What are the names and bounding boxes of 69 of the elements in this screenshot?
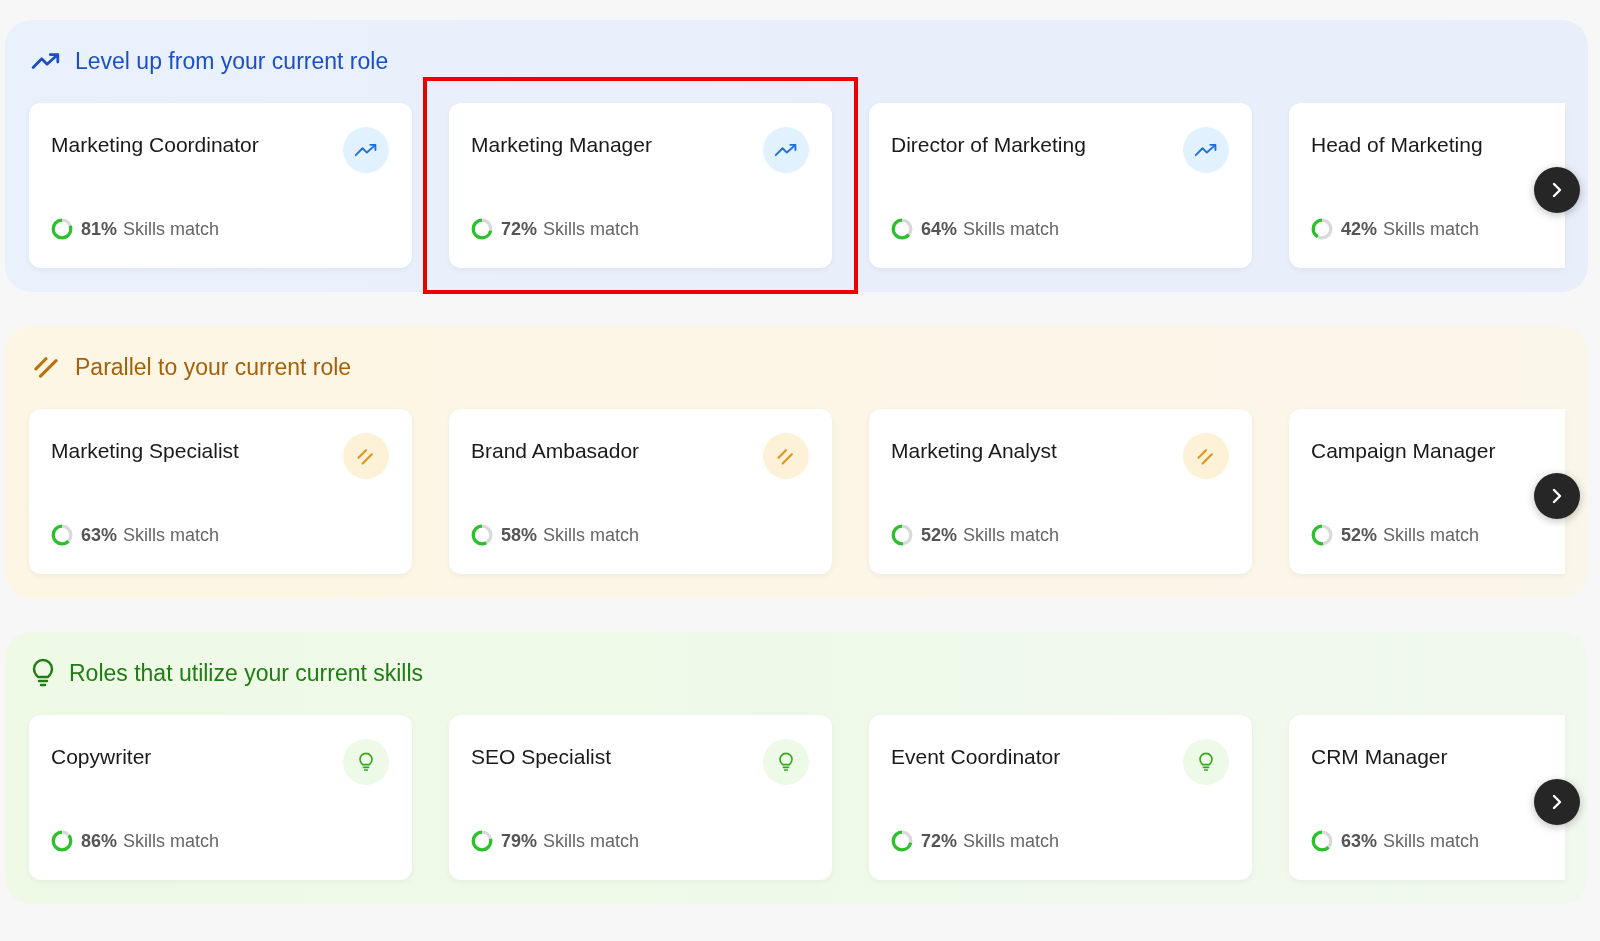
next-button[interactable]: [1534, 473, 1580, 519]
role-card[interactable]: Director of Marketing 64% Skills match: [869, 103, 1252, 268]
match-percent: 86%: [81, 830, 118, 852]
match-label: Skills match: [1383, 524, 1480, 546]
match-percent: 64%: [921, 218, 958, 240]
match-ring-icon: [891, 218, 913, 240]
role-card[interactable]: Marketing Analyst 52% Skills match: [869, 409, 1252, 574]
role-card[interactable]: SEO Specialist 79% Skills match: [449, 715, 832, 880]
section-title: Level up from your current role: [75, 47, 389, 75]
match-label: Skills match: [543, 218, 640, 240]
match-label: Skills match: [543, 830, 640, 852]
match-ring-icon: [1311, 830, 1333, 852]
role-title: Marketing Analyst: [891, 439, 1057, 463]
match-ring-icon: [51, 830, 73, 852]
match-percent: 63%: [81, 524, 118, 546]
role-card[interactable]: Brand Ambasador 58% Skills match: [449, 409, 832, 574]
match-ring-icon: [891, 830, 913, 852]
match-label: Skills match: [963, 218, 1060, 240]
match-ring-icon: [1311, 218, 1333, 240]
role-card[interactable]: Marketing Coordinator 81% Skills match: [29, 103, 412, 268]
match-ring-icon: [471, 830, 493, 852]
match-ring-icon: [51, 524, 73, 546]
role-card[interactable]: CRM Manager 63% Skills match: [1289, 715, 1565, 880]
role-card[interactable]: Copywriter 86% Skills match: [29, 715, 412, 880]
trending-up-icon: [31, 50, 61, 72]
role-card[interactable]: Marketing Specialist 63% Skills match: [29, 409, 412, 574]
role-title: Director of Marketing: [891, 133, 1086, 157]
match-percent: 79%: [501, 830, 538, 852]
role-title: Marketing Specialist: [51, 439, 239, 463]
match-label: Skills match: [1383, 218, 1480, 240]
role-title: SEO Specialist: [471, 745, 612, 769]
role-title: CRM Manager: [1311, 745, 1448, 769]
match-label: Skills match: [123, 218, 220, 240]
role-title: Brand Ambasador: [471, 439, 640, 463]
role-title: Head of Marketing: [1311, 133, 1483, 157]
role-title: Event Coordinator: [891, 745, 1061, 769]
match-percent: 72%: [921, 830, 958, 852]
next-button[interactable]: [1534, 167, 1580, 213]
match-ring-icon: [471, 218, 493, 240]
role-card[interactable]: Event Coordinator 72% Skills match: [869, 715, 1252, 880]
match-label: Skills match: [543, 524, 640, 546]
next-button[interactable]: [1534, 779, 1580, 825]
match-percent: 52%: [1341, 524, 1378, 546]
role-title: Marketing Coordinator: [51, 133, 259, 157]
match-ring-icon: [51, 218, 73, 240]
match-percent: 52%: [921, 524, 958, 546]
match-ring-icon: [471, 524, 493, 546]
match-percent: 81%: [81, 218, 118, 240]
role-title: Copywriter: [51, 745, 152, 769]
match-percent: 58%: [501, 524, 538, 546]
match-ring-icon: [1311, 524, 1333, 546]
match-percent: 63%: [1341, 830, 1378, 852]
match-label: Skills match: [1383, 830, 1480, 852]
match-label: Skills match: [123, 830, 220, 852]
match-percent: 42%: [1341, 218, 1378, 240]
lightbulb-icon: [31, 658, 55, 688]
role-card[interactable]: Campaign Manager 52% Skills match: [1289, 409, 1565, 574]
double-slash-icon: [31, 356, 61, 378]
match-ring-icon: [891, 524, 913, 546]
role-card[interactable]: Marketing Manager 72% Skills match: [449, 103, 832, 268]
match-label: Skills match: [963, 524, 1060, 546]
match-percent: 72%: [501, 218, 538, 240]
match-label: Skills match: [123, 524, 220, 546]
role-title: Marketing Manager: [471, 133, 652, 157]
section-title: Roles that utilize your current skills: [69, 659, 424, 687]
section-title: Parallel to your current role: [75, 353, 352, 381]
match-label: Skills match: [963, 830, 1060, 852]
role-card[interactable]: Head of Marketing 42% Skills match: [1289, 103, 1565, 268]
role-title: Campaign Manager: [1311, 439, 1496, 463]
